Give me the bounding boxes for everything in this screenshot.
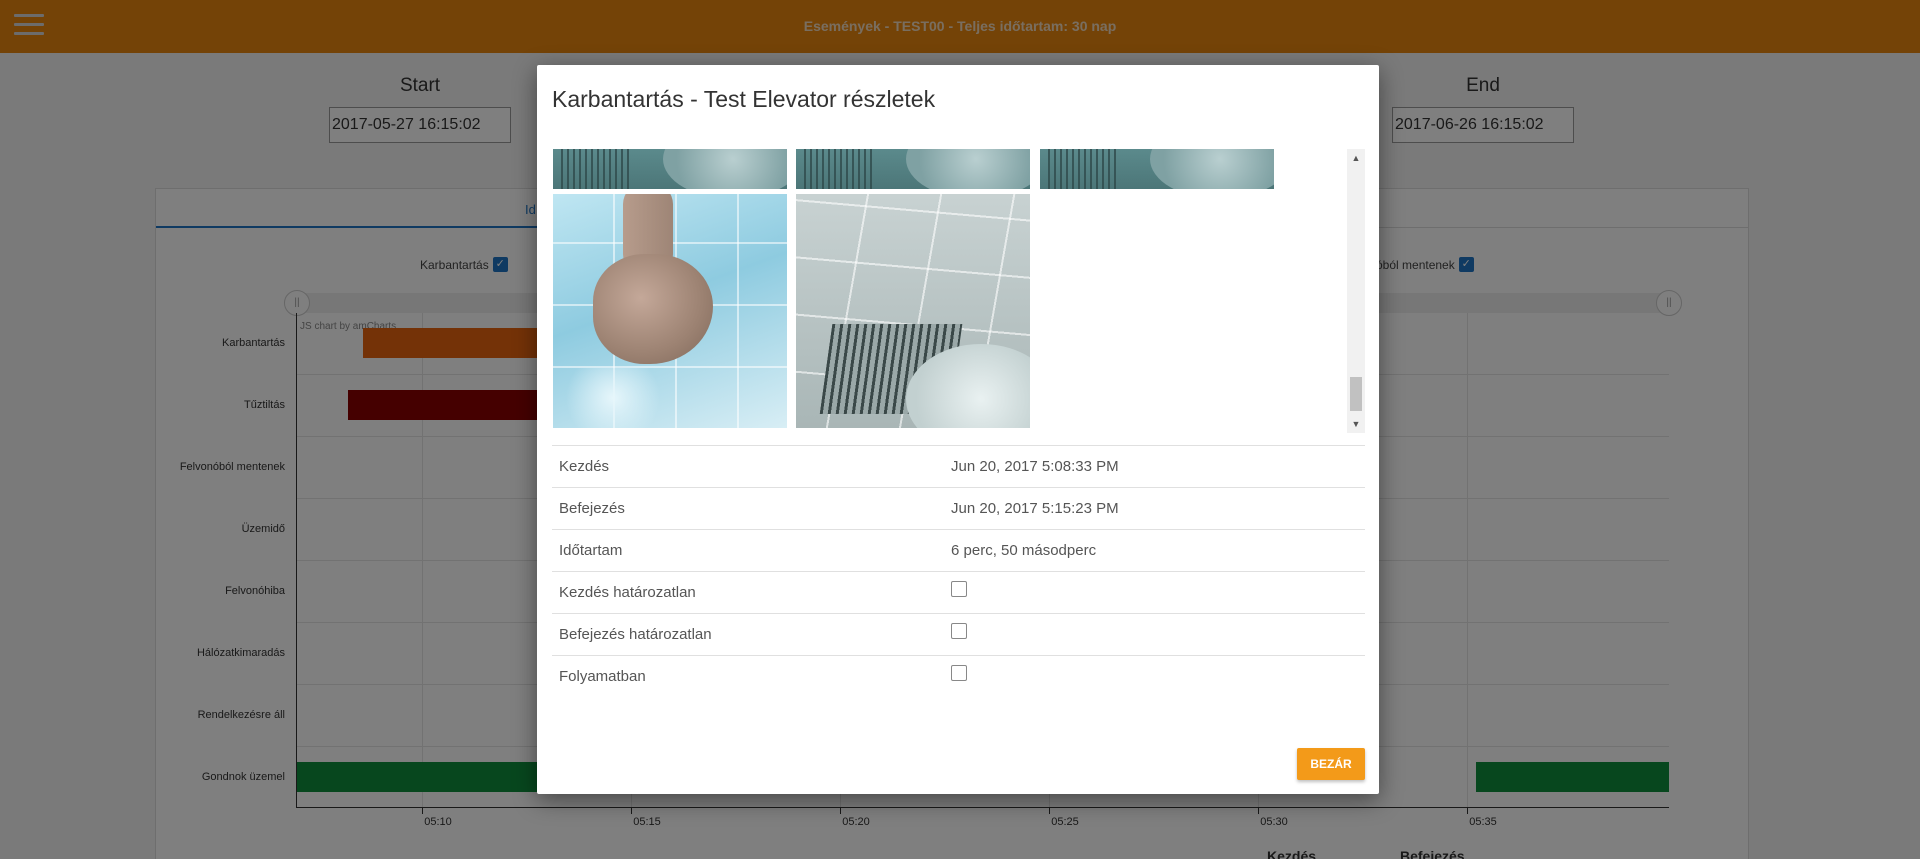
detail-row-idotartam: Időtartam 6 perc, 50 másodperc	[552, 529, 1365, 571]
detail-row-folyamatban: Folyamatban	[552, 655, 1365, 697]
detail-row-kezdes: Kezdés Jun 20, 2017 5:08:33 PM	[552, 445, 1365, 487]
gallery-image[interactable]	[553, 149, 787, 189]
detail-value: 6 perc, 50 másodperc	[951, 542, 1097, 559]
gallery-scrollbar[interactable]: ▲ ▼	[1347, 149, 1365, 433]
scroll-down-arrow-icon[interactable]: ▼	[1347, 415, 1365, 433]
detail-label: Befejezés határozatlan	[559, 626, 712, 643]
close-button[interactable]: BEZÁR	[1297, 748, 1365, 780]
details-dialog: Karbantartás - Test Elevator részletek ▲…	[537, 65, 1379, 794]
detail-value: Jun 20, 2017 5:15:23 PM	[951, 500, 1119, 517]
gallery-image[interactable]	[796, 149, 1030, 189]
checkbox-befejezes-hatarozatlan[interactable]	[951, 623, 967, 639]
detail-label: Kezdés	[559, 458, 610, 475]
image-gallery: ▲ ▼	[552, 149, 1365, 433]
gallery-image[interactable]	[796, 194, 1030, 428]
scroll-up-arrow-icon[interactable]: ▲	[1347, 149, 1365, 167]
checkbox-kezdes-hatarozatlan[interactable]	[951, 581, 967, 597]
detail-row-kezdes-hatarozatlan: Kezdés határozatlan	[552, 571, 1365, 613]
detail-label: Befejezés	[559, 500, 625, 517]
scrollbar-thumb[interactable]	[1350, 377, 1362, 411]
detail-row-befejezes: Befejezés Jun 20, 2017 5:15:23 PM	[552, 487, 1365, 529]
details-table: Kezdés Jun 20, 2017 5:08:33 PM Befejezés…	[552, 445, 1365, 697]
detail-value: Jun 20, 2017 5:08:33 PM	[951, 458, 1119, 475]
detail-row-befejezes-hatarozatlan: Befejezés határozatlan	[552, 613, 1365, 655]
gallery-image[interactable]	[1040, 149, 1274, 189]
dialog-title: Karbantartás - Test Elevator részletek	[552, 86, 936, 112]
detail-label: Kezdés határozatlan	[559, 584, 696, 601]
gallery-image[interactable]	[553, 194, 787, 428]
detail-label: Időtartam	[559, 542, 623, 559]
checkbox-folyamatban[interactable]	[951, 665, 967, 681]
detail-label: Folyamatban	[559, 668, 646, 685]
